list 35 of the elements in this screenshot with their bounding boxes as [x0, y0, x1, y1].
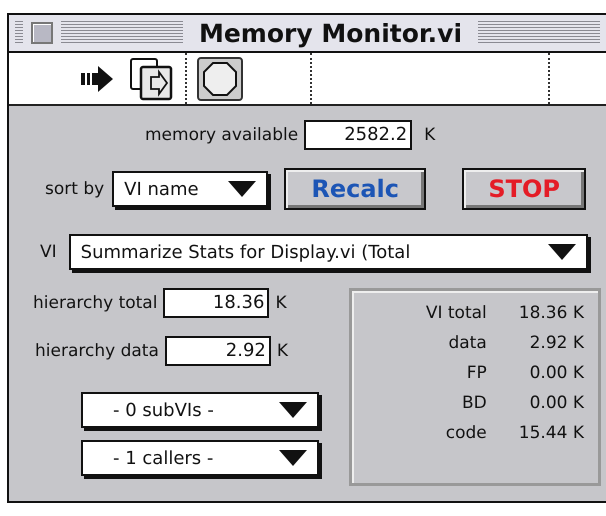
unit-label: K [276, 341, 288, 361]
stop-sign-icon[interactable] [197, 56, 243, 100]
unit-label: K [424, 125, 436, 145]
memory-label: memory available [145, 125, 298, 145]
unit-label: K [275, 293, 287, 313]
list-dropdown[interactable]: - 0 subVIs - [81, 392, 319, 428]
stat-label: BD [461, 393, 487, 413]
stat-value: 0.00 K [528, 393, 584, 413]
list-dropdown[interactable]: - 1 callers - [81, 440, 319, 476]
hierarchy-label: hierarchy total [33, 293, 158, 313]
run-continuously-icon[interactable] [129, 56, 175, 100]
stat-value: 15.44 K [518, 423, 584, 443]
dropdown-arrow-icon [228, 181, 256, 197]
close-box[interactable] [31, 22, 53, 44]
stat-label: VI total [426, 303, 487, 323]
hierarchy-field: 18.36 [163, 288, 270, 318]
vi-dropdown[interactable]: Summarize Stats for Display.vi (Total [68, 234, 588, 270]
stat-label: data [447, 333, 487, 353]
memory-field: 2582.2 [304, 120, 412, 150]
sort-label: sort by [45, 179, 104, 199]
stat-value: 0.00 K [528, 363, 584, 383]
dropdown-arrow-icon [279, 450, 307, 466]
window-title: Memory Monitor.vi [198, 18, 464, 48]
run-arrow-icon[interactable] [81, 64, 115, 92]
stat-label: code [444, 423, 487, 443]
recalc-button[interactable]: Recalc [284, 168, 426, 210]
dropdown-arrow-icon [548, 244, 576, 260]
hierarchy-field: 2.92 [164, 336, 271, 366]
stat-value: 2.92 K [528, 333, 584, 353]
hierarchy-label: hierarchy data [35, 341, 159, 361]
dropdown-arrow-icon [279, 402, 307, 418]
stat-label: FP [466, 363, 487, 383]
stat-value: 18.36 K [518, 303, 584, 323]
vi-label: VI [40, 242, 57, 262]
sort-dropdown[interactable]: VI name [112, 171, 268, 207]
